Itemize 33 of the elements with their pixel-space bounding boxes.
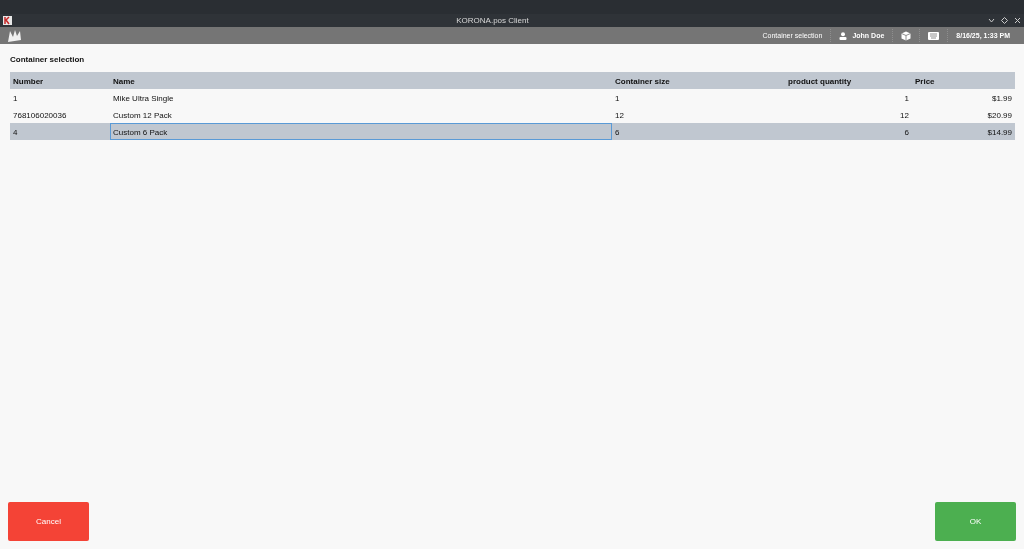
table-cell-text: 4 bbox=[12, 127, 19, 139]
section-title: Container selection bbox=[10, 55, 86, 64]
table-cell-text: 1 bbox=[614, 93, 621, 105]
box-icon[interactable] bbox=[901, 30, 912, 41]
cancel-button[interactable]: Cancel bbox=[8, 502, 89, 541]
table-cell-text: 12 bbox=[899, 110, 910, 122]
close-icon[interactable] bbox=[1014, 17, 1021, 24]
table-cell-text: 768106020036 bbox=[12, 110, 68, 122]
table-cell-text: Mike Ultra Single bbox=[112, 93, 175, 105]
column-header[interactable]: Container size bbox=[612, 72, 785, 89]
table-row[interactable]: 4 Custom 6 Pack 6 6 $14.99 bbox=[10, 123, 1015, 140]
user-icon bbox=[839, 31, 848, 40]
table-row[interactable]: 1 Mike Ultra Single 1 1 $1.99 bbox=[10, 89, 1015, 106]
table-cell-text: $14.99 bbox=[986, 127, 1013, 139]
window-title: KORONA.pos Client bbox=[455, 16, 530, 25]
table-cell-text: 6 bbox=[614, 127, 621, 139]
table-cell-text: $20.99 bbox=[986, 110, 1013, 122]
minimize-icon[interactable] bbox=[988, 17, 995, 24]
table-cell-text: 6 bbox=[903, 127, 910, 139]
column-header[interactable]: Price bbox=[912, 72, 1015, 89]
maximize-icon[interactable] bbox=[1001, 17, 1008, 24]
table-cell-text: 12 bbox=[614, 110, 625, 122]
app-icon bbox=[3, 16, 12, 25]
column-header[interactable]: product quantity bbox=[785, 72, 912, 89]
table-cell-text: 1 bbox=[12, 93, 19, 105]
column-header[interactable]: Number bbox=[10, 72, 110, 89]
table-cell-text: $1.99 bbox=[990, 93, 1013, 105]
table-cell-text: 1 bbox=[903, 93, 910, 105]
column-header[interactable]: Name bbox=[110, 72, 612, 89]
table-cell-text: Custom 12 Pack bbox=[112, 110, 173, 122]
table-cell: Custom 6 Pack bbox=[110, 123, 612, 140]
table-row[interactable]: 768106020036 Custom 12 Pack 12 12 $20.99 bbox=[10, 106, 1015, 123]
keyboard-icon[interactable] bbox=[928, 31, 940, 40]
